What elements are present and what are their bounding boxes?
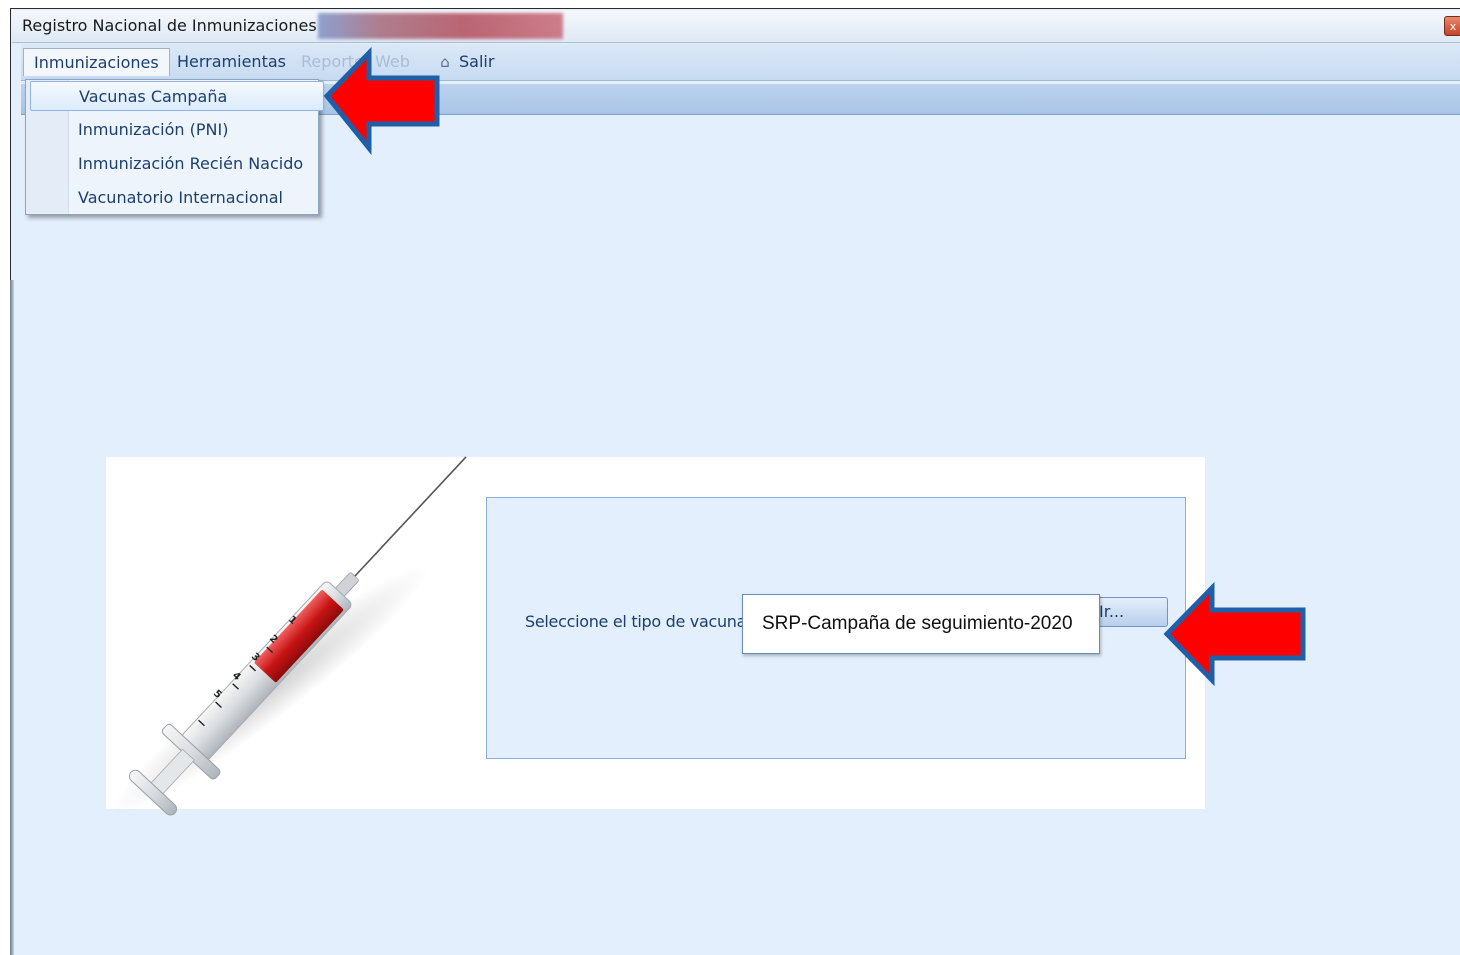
arrow-pointing-vaccine-select xyxy=(1163,581,1306,687)
annotation-arrows xyxy=(323,46,1306,687)
arrow-pointing-vacunas-campana xyxy=(323,46,440,156)
